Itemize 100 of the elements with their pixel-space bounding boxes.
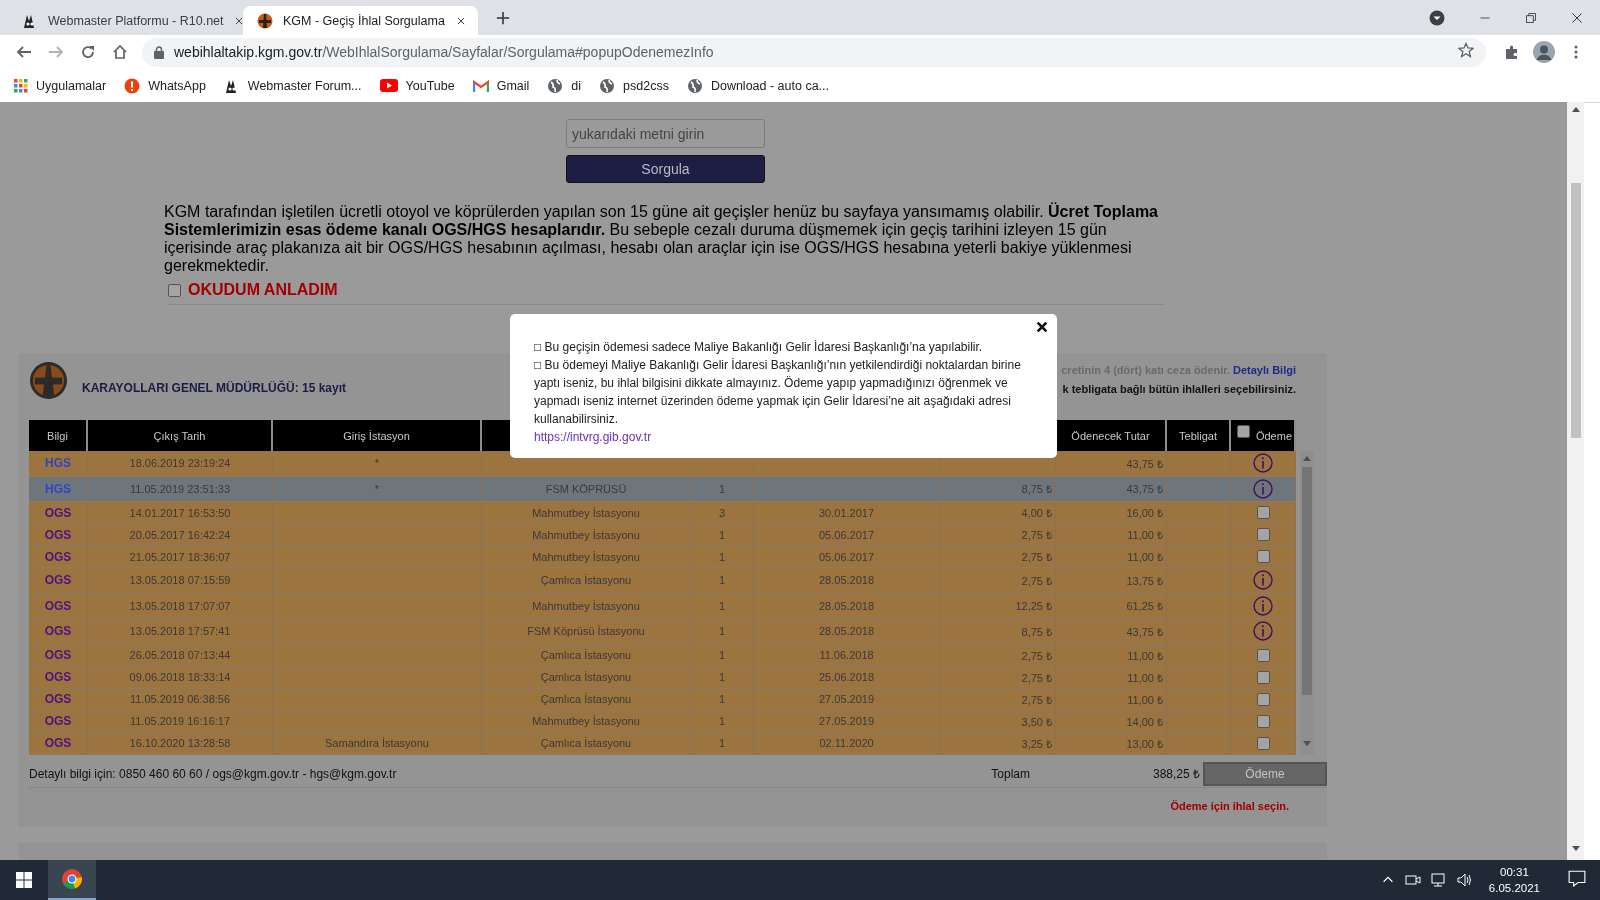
close-icon[interactable] <box>233 16 244 26</box>
gib-link[interactable]: https://intvrg.gib.gov.tr <box>534 430 652 444</box>
dropdown-icon[interactable] <box>1429 9 1445 26</box>
column-header: Tebligat <box>1167 420 1231 451</box>
table-cell: Çamlıca İstasyonu <box>482 568 691 594</box>
info-icon[interactable] <box>1253 621 1273 642</box>
checkbox[interactable] <box>1256 736 1270 750</box>
table-cell: FSM Köprüsü İstasyonu <box>482 619 691 645</box>
details-link[interactable]: Detaylı Bilgi <box>1233 364 1296 376</box>
hint-text: Ödeme için ihlal seçin. <box>1169 799 1289 812</box>
checkbox[interactable] <box>1256 670 1270 684</box>
table-cell: 8,75 ₺ <box>940 476 1056 502</box>
network-icon[interactable] <box>1430 872 1447 888</box>
close-icon[interactable] <box>1571 11 1583 24</box>
popup-paragraph: □ Bu ödemeyi Maliye Bakanlığı Gelir İdaresi Başkanlığı’nın yetkilendirdiği noktalardan birine yaptı iseniz, bu ihlal bilgisini dikkate almayınız. Ödeme yapıp yapmadığınızı öğrenmek ve yapmadı iseniz internet üzerinden ödeme yapmak için Gelir İdaresi’ne ait aşağıdaki adresi kullanabilirsiniz. <box>534 357 1022 428</box>
scroll-up-icon[interactable] <box>1571 107 1580 112</box>
table-cell: * <box>273 451 482 477</box>
mail-icon <box>472 79 489 92</box>
bookmark[interactable]: psd2css <box>599 77 669 94</box>
table-cell: * <box>273 476 482 502</box>
close-icon[interactable] <box>456 16 467 26</box>
close-icon[interactable] <box>1035 320 1049 334</box>
scroll-thumb[interactable] <box>1570 183 1581 438</box>
windows-icon[interactable] <box>16 872 32 888</box>
table-cell: 2,75 ₺ <box>940 524 1056 546</box>
table-scrollbar[interactable] <box>1300 451 1314 755</box>
table-cell: 1 <box>691 710 754 733</box>
scroll-down-icon[interactable] <box>1571 846 1580 851</box>
puzzle-icon[interactable] <box>1504 44 1520 60</box>
table-cell: 1 <box>691 688 754 711</box>
contact-text: Detaylı bilgi için: 0850 460 60 60 / ogs@kgm.gov.tr - hgs@kgm.gov.tr <box>29 766 398 781</box>
table-cell: 12,25 ₺ <box>940 593 1056 619</box>
table-cell: 43,75 ₺ <box>1056 619 1167 645</box>
bookmark[interactable]: di <box>547 77 582 94</box>
column-header: Ödeme <box>1255 429 1292 442</box>
table-cell: 3 <box>691 502 754 524</box>
table-cell: 16,00 ₺ <box>1056 502 1167 524</box>
query-button[interactable]: Sorgula <box>566 155 765 183</box>
popup-paragraph: □ Bu geçişin ödemesi sadece Maliye Bakanlığı Gelir İdaresi Başkanlığı’na yapılabilir. <box>534 339 984 356</box>
browser-tab[interactable]: Webmaster Platformu - R10.net <box>8 6 243 35</box>
bookmark[interactable]: Webmaster Forum... <box>223 77 362 94</box>
checkbox[interactable] <box>1256 648 1270 662</box>
table-cell: FSM KÖPRÜSÜ <box>482 476 691 502</box>
table-cell: 05.06.2017 <box>754 546 940 568</box>
volume-icon[interactable] <box>1456 872 1473 888</box>
browser-tab[interactable]: KGM - Geçiş İhlal Sorgulama <box>243 6 478 35</box>
scroll-thumb[interactable] <box>1302 467 1312 695</box>
clock-time[interactable]: 00:31 <box>1500 864 1529 880</box>
table-cell: Mahmutbey İstasyonu <box>482 593 691 619</box>
table-cell: 11,00 ₺ <box>1056 666 1167 689</box>
table-cell: 27.05.2019 <box>754 710 940 733</box>
selection-note: k tebligata bağlı bütün ihlalleri seçebilirsiniz. <box>1061 383 1296 395</box>
table-cell: 14.01.2017 16:53:50 <box>88 502 273 524</box>
notice-text: KGM tarafından işletilen ücretli otoyol ve köprülerden yapılan son 15 güne ait geçişler henüz bu sayfaya yansımamış olabilir. Ücret Toplama Sistemlerimizin esas ödeme kanalı OGS/HGS hesaplarıdır. Bu sebeple cezalı duruma düşmemek için geçiş tarihini izleyen 15 gün içerisinde araç plakanıza ait bir OGS/HGS hesabının açılması, hesabı olan araçlar için ise OGS/HGS hesabına yeterli bakiye yüklenmesi gerekmektedir. <box>164 203 1159 275</box>
checkbox[interactable] <box>1256 714 1270 728</box>
bookmark[interactable]: YouTube <box>379 78 455 93</box>
table-cell: 11,00 ₺ <box>1056 546 1167 568</box>
avatar-icon[interactable] <box>1533 41 1555 63</box>
checkbox[interactable] <box>1256 550 1270 563</box>
table-cell: 20.05.2017 16:42:24 <box>88 524 273 546</box>
restore-icon[interactable] <box>1525 11 1537 24</box>
bookmark[interactable]: Gmail <box>472 78 530 93</box>
table-cell: 02.11.2020 <box>754 732 940 755</box>
table-cell: 2,75 ₺ <box>940 568 1056 594</box>
logo-icon <box>257 12 273 29</box>
camera-icon[interactable] <box>1404 872 1421 888</box>
column-header: Giriş İstasyon <box>273 420 482 451</box>
bookmark[interactable]: Uygulamalar <box>14 78 107 93</box>
new-tab-icon[interactable] <box>496 11 510 25</box>
bookmark[interactable]: WhatsApp <box>124 77 206 94</box>
checkbox[interactable] <box>1256 528 1270 541</box>
address-bar[interactable]: webihlaltakip.kgm.gov.tr/WebIhlalSorgulama/Sayfalar/Sorgulama#popupOdenemezInfo <box>142 37 1486 67</box>
select-all-checkbox[interactable] <box>1236 425 1250 438</box>
table-cell: 25.06.2018 <box>754 666 940 689</box>
captcha-field[interactable]: yukarıdaki metni girin <box>566 119 765 148</box>
info-icon[interactable] <box>1253 570 1273 591</box>
checkbox[interactable] <box>1256 692 1270 706</box>
info-icon[interactable] <box>1253 478 1273 499</box>
table-cell: 09.06.2018 18:33:14 <box>88 666 273 689</box>
star-icon[interactable] <box>1458 42 1474 58</box>
bookmark[interactable]: Download - auto ca... <box>686 77 830 94</box>
checkbox[interactable] <box>168 283 181 297</box>
table-cell: 13.05.2018 17:07:07 <box>88 593 273 619</box>
table-cell: 26.05.2018 07:13:44 <box>88 644 273 667</box>
table-cell: 1 <box>691 593 754 619</box>
table-cell: 30.01.2017 <box>754 502 940 524</box>
table-cell: 27.05.2019 <box>754 688 940 711</box>
column-header: Çıkış Tarih <box>88 420 273 451</box>
table-cell: 1 <box>691 524 754 546</box>
home-icon[interactable] <box>112 44 128 60</box>
back-icon[interactable] <box>16 44 32 60</box>
info-icon[interactable] <box>1253 453 1273 474</box>
table-cell: 2,75 ₺ <box>940 644 1056 667</box>
checkbox[interactable] <box>1256 506 1270 519</box>
browser-icon[interactable] <box>62 869 82 889</box>
clock-date[interactable]: 6.05.2021 <box>1488 880 1540 896</box>
notification-icon[interactable] <box>1568 869 1586 887</box>
info-icon[interactable] <box>1253 595 1273 616</box>
page-scrollbar[interactable] <box>1567 102 1584 860</box>
reload-icon[interactable] <box>80 44 96 60</box>
